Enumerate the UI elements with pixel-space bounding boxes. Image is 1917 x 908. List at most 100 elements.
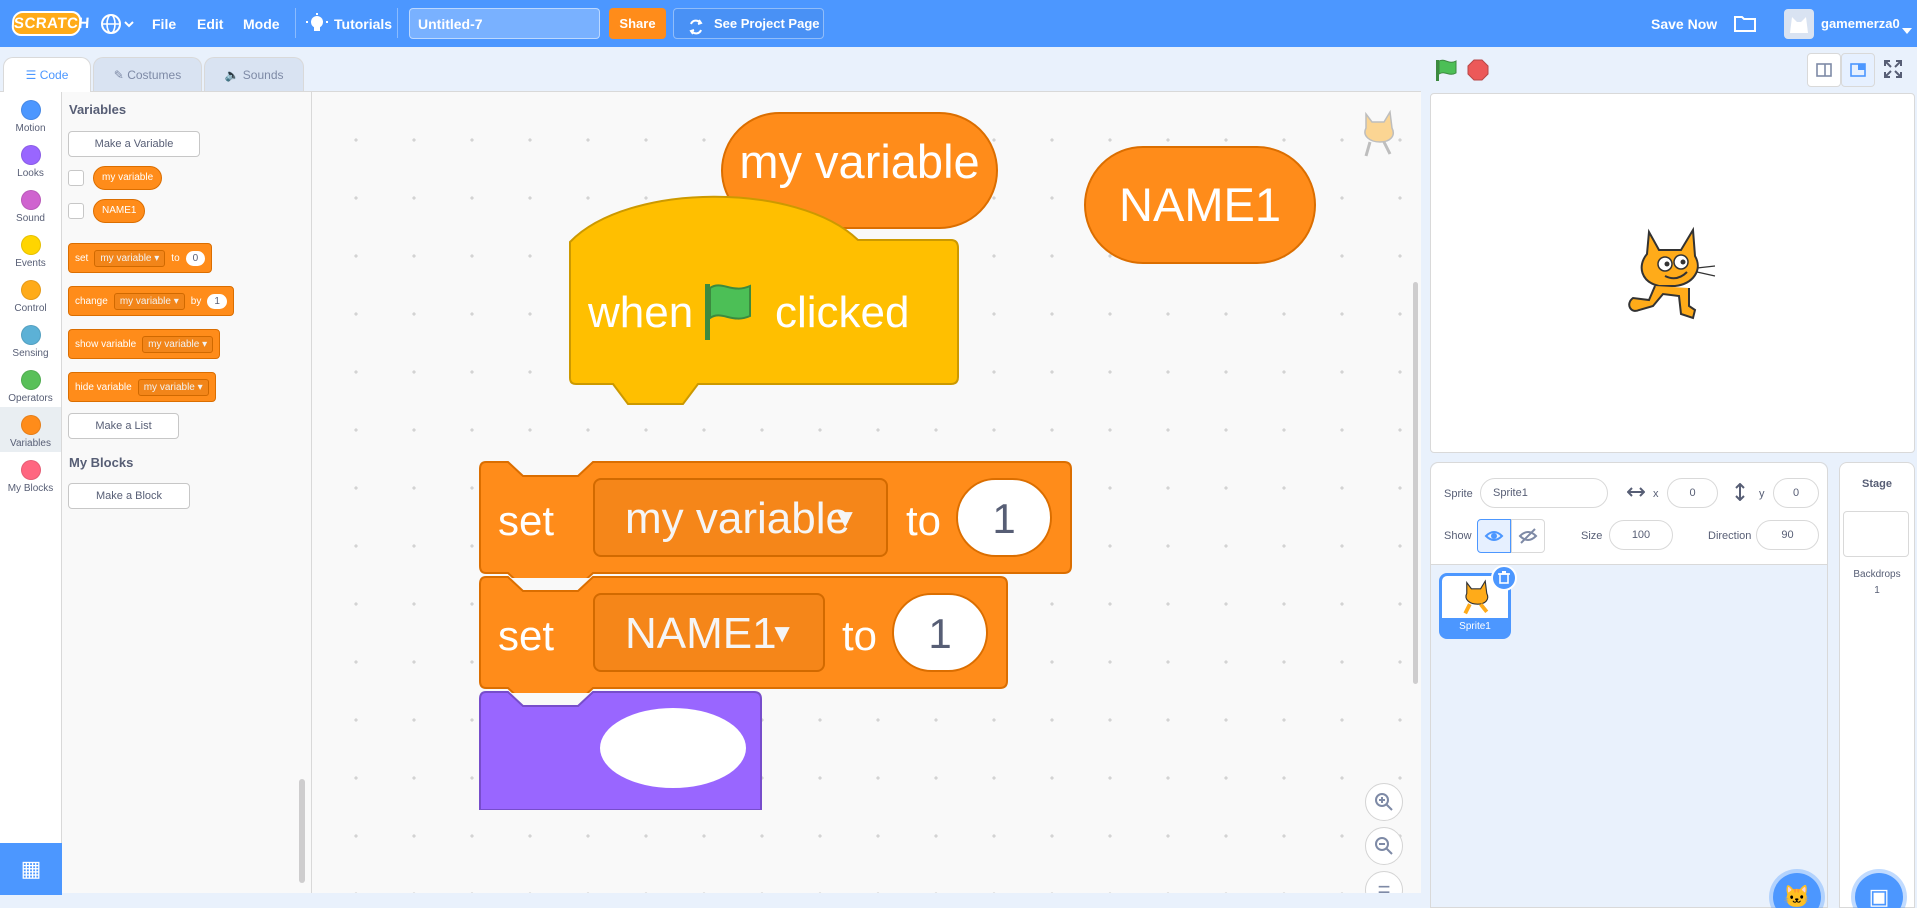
delete-sprite-button[interactable]: [1491, 565, 1517, 591]
set-my-variable-block[interactable]: set my variable ▼ to 1: [478, 460, 1074, 578]
sprite-thumbnail-cat-icon: [1456, 578, 1496, 623]
direction-input[interactable]: 90: [1756, 520, 1819, 550]
menu-edit[interactable]: Edit: [197, 16, 223, 32]
add-extension-button[interactable]: ▦: [0, 843, 62, 895]
stage-selector[interactable]: Stage Backdrops 1 ▣: [1839, 462, 1915, 908]
zoom-in-button[interactable]: [1365, 783, 1403, 821]
my-variable-dropdown[interactable]: my variable ▼: [593, 478, 888, 557]
flyout-scrollbar[interactable]: [299, 779, 305, 883]
variable-dropdown[interactable]: my variable ▾: [94, 249, 166, 267]
choose-backdrop-button[interactable]: ▣: [1855, 873, 1903, 908]
category-label: Variables: [10, 438, 51, 449]
name1-checkbox[interactable]: [68, 203, 84, 219]
language-globe-icon[interactable]: [100, 12, 134, 36]
show-visible-button[interactable]: [1477, 519, 1511, 553]
name1-dropdown[interactable]: NAME1 ▼: [593, 593, 825, 672]
dropdown-value: my variable: [625, 494, 850, 543]
menu-tutorials[interactable]: Tutorials: [334, 16, 392, 32]
y-input[interactable]: 0: [1773, 478, 1819, 508]
stop-button[interactable]: [1467, 59, 1489, 86]
share-button[interactable]: Share: [609, 8, 666, 39]
sprite-name-input[interactable]: Sprite1: [1480, 478, 1608, 508]
tab-costumes[interactable]: ✎ Costumes: [93, 57, 202, 91]
project-title-input[interactable]: Untitled-7: [409, 8, 600, 39]
see-project-page-button[interactable]: See Project Page: [673, 8, 824, 39]
variables-heading: Variables: [69, 102, 127, 117]
category-motion[interactable]: Motion: [0, 92, 61, 137]
stage-title: Stage: [1862, 478, 1892, 490]
category-sound[interactable]: Sound: [0, 182, 61, 227]
category-looks[interactable]: Looks: [0, 137, 61, 182]
dropdown-value: NAME1: [625, 609, 777, 658]
stage-canvas[interactable]: [1430, 93, 1915, 453]
looks-block-partial[interactable]: [478, 690, 763, 810]
choose-sprite-button[interactable]: 🐱: [1773, 873, 1821, 908]
hat-clicked-label: clicked: [775, 288, 910, 337]
size-input[interactable]: 100: [1609, 520, 1673, 550]
save-now-button[interactable]: Save Now: [1651, 16, 1717, 32]
zoom-out-button[interactable]: [1365, 827, 1403, 865]
value-input[interactable]: 1: [892, 593, 988, 672]
category-label: Control: [14, 303, 47, 314]
category-control[interactable]: Control: [0, 272, 61, 317]
show-hidden-button[interactable]: [1511, 519, 1545, 553]
small-stage-icon: [1808, 63, 1840, 90]
workspace-scrollbar[interactable]: [1413, 282, 1418, 684]
sprite-tile-label: Sprite1: [1442, 618, 1508, 636]
value-input[interactable]: 1: [956, 478, 1052, 557]
tab-sounds[interactable]: 🔈 Sounds: [204, 57, 304, 91]
tutorials-lightbulb-icon[interactable]: [306, 13, 328, 40]
category-events[interactable]: Events: [0, 227, 61, 272]
variable-dropdown[interactable]: my variable ▾: [142, 335, 214, 353]
when-flag-clicked-hat-block[interactable]: when clicked: [568, 192, 988, 417]
dropdown-value: my variable: [143, 381, 195, 393]
make-variable-button[interactable]: Make a Variable: [68, 131, 200, 157]
category-label: Events: [15, 258, 46, 269]
category-menu: Motion Looks Sound Events Control Sensin…: [0, 91, 62, 893]
block-label: change: [75, 295, 108, 307]
script-workspace[interactable]: my variable NAME1 when clicked set my va…: [312, 91, 1421, 893]
value-input[interactable]: 0: [185, 250, 206, 266]
tab-costumes-label: Costumes: [127, 68, 182, 82]
x-input[interactable]: 0: [1667, 478, 1718, 508]
name1-big-reporter[interactable]: NAME1: [1084, 146, 1316, 264]
show-variable-block[interactable]: show variable my variable ▾: [68, 329, 221, 359]
menu-file[interactable]: File: [152, 16, 176, 32]
menu-mode[interactable]: Mode: [243, 16, 280, 32]
account-chevron-down-icon[interactable]: [1902, 21, 1912, 39]
variable-dropdown[interactable]: my variable ▾: [137, 378, 209, 396]
scratch-logo[interactable]: SCRATCH: [11, 11, 90, 36]
hide-variable-block[interactable]: hide variable my variable ▾: [68, 372, 216, 402]
tab-sounds-label: Sounds: [242, 68, 284, 82]
small-stage-button[interactable]: [1807, 53, 1841, 87]
stage-thumbnail[interactable]: [1843, 511, 1909, 557]
scratch-cat-sprite[interactable]: [1619, 222, 1719, 337]
set-name1-block[interactable]: set NAME1 ▼ to 1: [478, 575, 1010, 693]
category-my-blocks[interactable]: My Blocks: [0, 452, 61, 497]
user-avatar[interactable]: [1784, 9, 1814, 39]
set-variable-block[interactable]: set my variable ▾ to 0: [68, 243, 213, 273]
tab-code[interactable]: ☰ Code: [3, 57, 91, 92]
fullscreen-button[interactable]: [1882, 58, 1904, 85]
category-label: My Blocks: [7, 483, 54, 494]
change-variable-block[interactable]: change my variable ▾ by 1: [68, 286, 234, 316]
value-input[interactable]: 1: [207, 293, 227, 309]
category-variables[interactable]: Variables: [0, 407, 61, 452]
make-block-button[interactable]: Make a Block: [68, 483, 190, 509]
username[interactable]: gamemerza0: [1821, 16, 1900, 31]
set-label: set: [498, 497, 555, 544]
my-variable-checkbox[interactable]: [68, 170, 84, 186]
category-operators[interactable]: Operators: [0, 362, 61, 407]
name1-reporter[interactable]: NAME1: [93, 199, 146, 223]
my-stuff-folder-icon[interactable]: [1734, 14, 1756, 37]
sprite-name-label: Sprite: [1444, 488, 1473, 500]
green-flag-button[interactable]: [1434, 58, 1458, 87]
make-list-button[interactable]: Make a List: [68, 413, 179, 439]
block-label: by: [190, 295, 202, 307]
large-stage-button[interactable]: [1841, 53, 1875, 87]
add-backdrop-icon: ▣: [1868, 884, 1890, 908]
zoom-reset-button[interactable]: =: [1365, 871, 1403, 893]
my-variable-reporter[interactable]: my variable: [93, 166, 163, 190]
variable-dropdown[interactable]: my variable ▾: [113, 292, 185, 310]
category-sensing[interactable]: Sensing: [0, 317, 61, 362]
